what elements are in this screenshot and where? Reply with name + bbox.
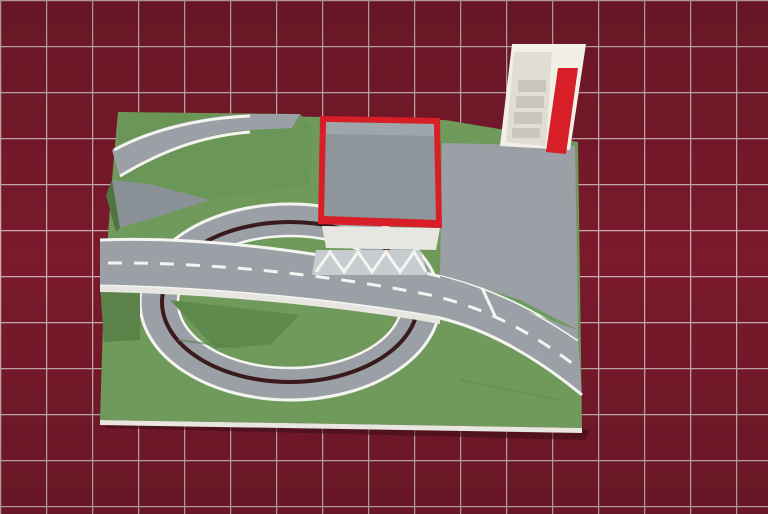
bridge-ramp (100, 285, 140, 342)
pit-building (318, 116, 442, 250)
triangle-barrier (312, 249, 428, 275)
diorama-photo (0, 0, 768, 514)
photo-scene (0, 0, 768, 514)
